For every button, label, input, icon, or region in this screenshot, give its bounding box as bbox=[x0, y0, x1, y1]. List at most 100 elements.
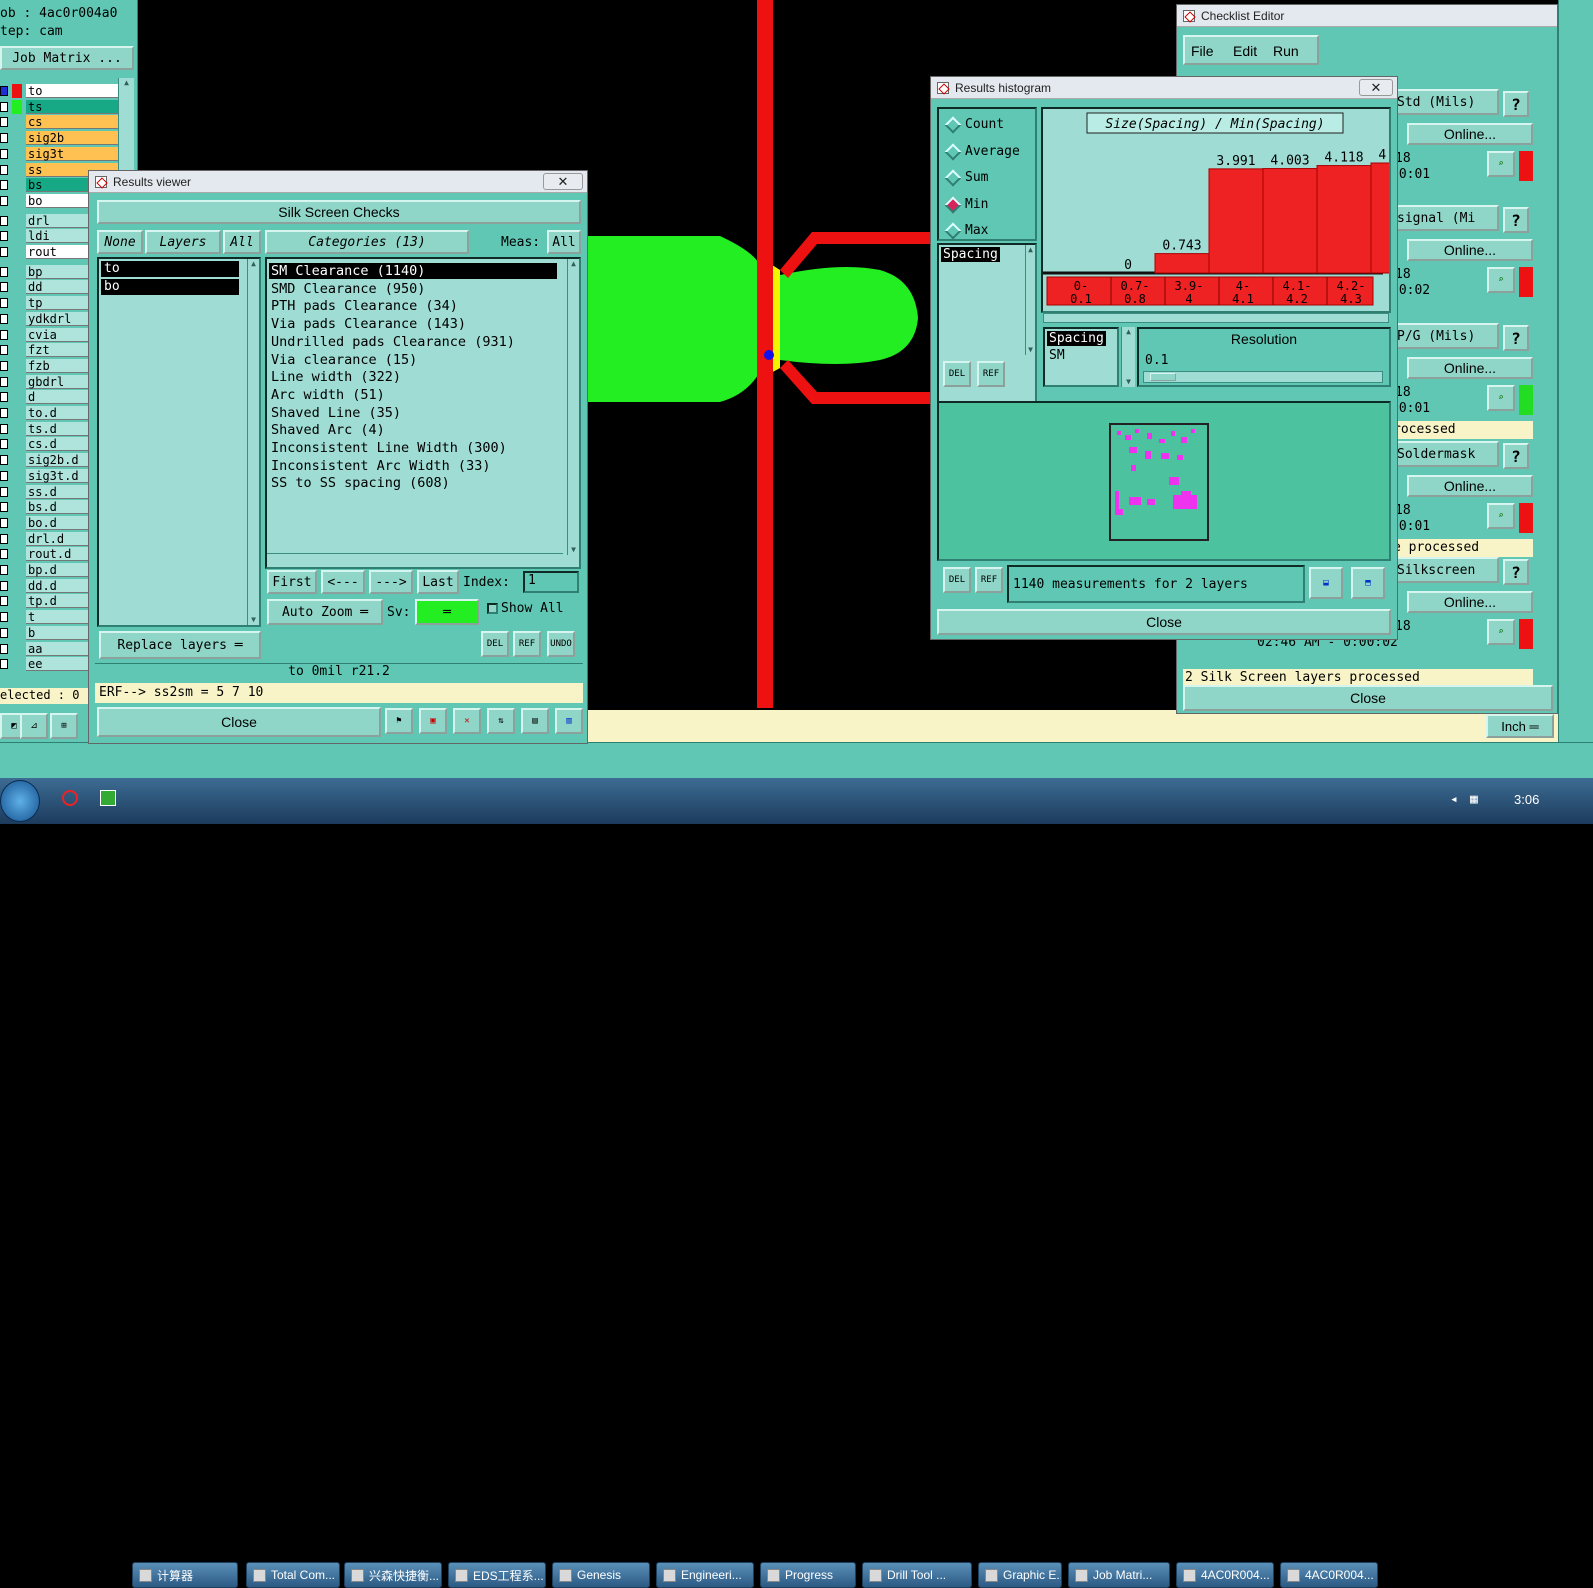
layer-checkbox[interactable] bbox=[0, 470, 8, 481]
meas-dropdown[interactable]: All bbox=[547, 230, 581, 254]
check-name-button[interactable]: signal (Mi bbox=[1391, 205, 1499, 231]
taskbar-item[interactable]: Engineeri... bbox=[656, 1562, 754, 1588]
layer-checkbox[interactable] bbox=[0, 313, 8, 324]
histogram-list-1-scrollbar[interactable]: ▲ ▼ bbox=[1025, 245, 1035, 355]
check-name-button[interactable]: Std (Mils) bbox=[1391, 89, 1499, 115]
category-item[interactable]: SMD Clearance (950) bbox=[269, 281, 557, 297]
layer-checkbox[interactable] bbox=[0, 549, 8, 560]
taskbar-item[interactable]: Genesis bbox=[552, 1562, 650, 1588]
taskbar-item[interactable]: EDS工程系... bbox=[448, 1562, 546, 1588]
layer-checkbox[interactable] bbox=[0, 329, 8, 340]
layer-checkbox[interactable] bbox=[0, 101, 8, 112]
histogram-titlebar[interactable]: Results histogram ✕ bbox=[931, 77, 1397, 99]
zoom-icon[interactable]: ⌕ bbox=[1487, 267, 1515, 293]
histogram-bar[interactable] bbox=[1370, 162, 1389, 274]
histogram-list-item[interactable]: SM bbox=[1047, 348, 1067, 363]
undo-button[interactable]: UNDO bbox=[547, 631, 575, 657]
hist-del-button[interactable]: DEL bbox=[943, 361, 971, 387]
sv-color-dropdown[interactable]: ═ bbox=[415, 599, 479, 625]
option-label[interactable]: Sum bbox=[965, 170, 988, 185]
layer-checkbox[interactable] bbox=[0, 612, 8, 623]
map-ref-button[interactable]: REF bbox=[975, 567, 1003, 593]
zoom-icon[interactable]: ⌕ bbox=[1487, 619, 1515, 645]
first-button[interactable]: First bbox=[267, 570, 317, 594]
results-viewer-titlebar[interactable]: Results viewer ✕ bbox=[89, 171, 587, 193]
option-radio[interactable] bbox=[944, 222, 962, 240]
check-name-button[interactable]: P/G (Mils) bbox=[1391, 323, 1499, 349]
layer-checkbox[interactable] bbox=[0, 133, 8, 144]
checklist-titlebar[interactable]: Checklist Editor bbox=[1177, 5, 1557, 27]
online-button[interactable]: Online... bbox=[1407, 123, 1533, 145]
taskbar-item[interactable]: Total Com... bbox=[246, 1562, 340, 1588]
layer-checkbox[interactable] bbox=[0, 195, 8, 206]
help-button[interactable]: ? bbox=[1503, 559, 1529, 585]
histogram-close-button[interactable]: Close bbox=[937, 609, 1391, 635]
close-icon[interactable]: ✕ bbox=[543, 173, 583, 190]
layer-checkbox[interactable] bbox=[0, 502, 8, 513]
option-label[interactable]: Min bbox=[965, 197, 988, 212]
histogram-bar[interactable] bbox=[1316, 165, 1372, 274]
option-radio[interactable] bbox=[944, 196, 962, 213]
help-button[interactable]: ? bbox=[1503, 443, 1529, 469]
hist-ref-button[interactable]: REF bbox=[977, 361, 1005, 387]
layer-checkbox[interactable] bbox=[0, 282, 8, 293]
histogram-bar[interactable] bbox=[1154, 253, 1210, 274]
layer-checkbox[interactable] bbox=[0, 627, 8, 638]
auto-zoom-dropdown[interactable]: Auto Zoom ═ bbox=[267, 599, 383, 625]
all-button[interactable]: All bbox=[223, 230, 261, 254]
help-button[interactable]: ? bbox=[1503, 325, 1529, 351]
layer-item[interactable]: sig3t bbox=[26, 146, 118, 161]
layer-checkbox[interactable] bbox=[0, 408, 8, 418]
prev-button[interactable]: <--- bbox=[321, 570, 365, 594]
quicklaunch-icon[interactable] bbox=[62, 790, 78, 806]
histogram-list-item[interactable]: Spacing bbox=[1047, 331, 1106, 346]
category-item[interactable]: Via clearance (15) bbox=[269, 352, 557, 368]
category-item[interactable]: Shaved Line (35) bbox=[269, 405, 557, 421]
category-scrollbar[interactable]: ▲ ▼ bbox=[567, 259, 579, 555]
units-dropdown[interactable]: Inch ═ bbox=[1486, 714, 1554, 738]
layers-button[interactable]: Layers bbox=[145, 230, 221, 254]
view-icon[interactable]: ▣ bbox=[419, 708, 447, 734]
volume-icon[interactable]: ◂ bbox=[1450, 792, 1458, 807]
histogram-bar[interactable] bbox=[1262, 168, 1318, 274]
layer-checkbox[interactable] bbox=[0, 423, 8, 434]
category-item[interactable]: Inconsistent Arc Width (33) bbox=[269, 458, 557, 474]
layer-result-list[interactable]: to bo bbox=[97, 257, 261, 627]
ref-button[interactable]: REF bbox=[513, 631, 541, 657]
check-name-button[interactable]: Silkscreen bbox=[1391, 557, 1499, 583]
network-icon[interactable]: ▦ bbox=[1470, 792, 1478, 807]
exclude-icon[interactable]: ✕ bbox=[453, 708, 481, 734]
category-hscroll[interactable] bbox=[267, 553, 563, 565]
result-layer-item[interactable]: to bbox=[101, 261, 239, 277]
zoom-icon[interactable]: ⌕ bbox=[1487, 151, 1515, 177]
help-button[interactable]: ? bbox=[1503, 207, 1529, 233]
category-item[interactable]: SM Clearance (1140) bbox=[269, 263, 557, 279]
online-button[interactable]: Online... bbox=[1407, 591, 1533, 613]
taskbar-item[interactable]: Progress bbox=[760, 1562, 856, 1588]
category-item[interactable]: Via pads Clearance (143) bbox=[269, 316, 557, 332]
grid-tool-icon[interactable]: ⊞ bbox=[50, 713, 78, 739]
layer-checkbox[interactable] bbox=[0, 659, 8, 670]
layer-checkbox[interactable] bbox=[0, 486, 8, 497]
check-name-button[interactable]: Soldermask bbox=[1391, 441, 1499, 467]
layer-checkbox[interactable] bbox=[0, 345, 8, 356]
taskbar-item[interactable]: 兴森快捷衡... bbox=[344, 1562, 442, 1588]
layer-checkbox[interactable] bbox=[0, 215, 8, 226]
flag-icon[interactable]: ⚑ bbox=[385, 708, 413, 734]
histogram-list-2[interactable]: Spacing SM bbox=[1043, 327, 1119, 387]
layer-checkbox[interactable] bbox=[0, 565, 8, 575]
layer-checkbox[interactable] bbox=[0, 376, 8, 387]
layer-checkbox[interactable] bbox=[0, 231, 8, 242]
option-radio[interactable] bbox=[944, 116, 962, 134]
histogram-list-2-scrollbar[interactable]: ▲ ▼ bbox=[1121, 327, 1135, 387]
histogram-scrollbar[interactable] bbox=[1043, 313, 1389, 323]
checklist-close-button[interactable]: Close bbox=[1183, 685, 1553, 711]
categories-button[interactable]: Categories (13) bbox=[265, 230, 469, 254]
option-label[interactable]: Max bbox=[965, 223, 988, 238]
layer-checkbox[interactable] bbox=[0, 86, 8, 96]
zoom-icon[interactable]: ⌕ bbox=[1487, 385, 1515, 411]
option-label[interactable]: Average bbox=[965, 144, 1020, 159]
menu-run[interactable]: Run bbox=[1273, 43, 1299, 59]
result-layer-item[interactable]: bo bbox=[101, 279, 239, 295]
option-radio[interactable] bbox=[944, 143, 962, 160]
